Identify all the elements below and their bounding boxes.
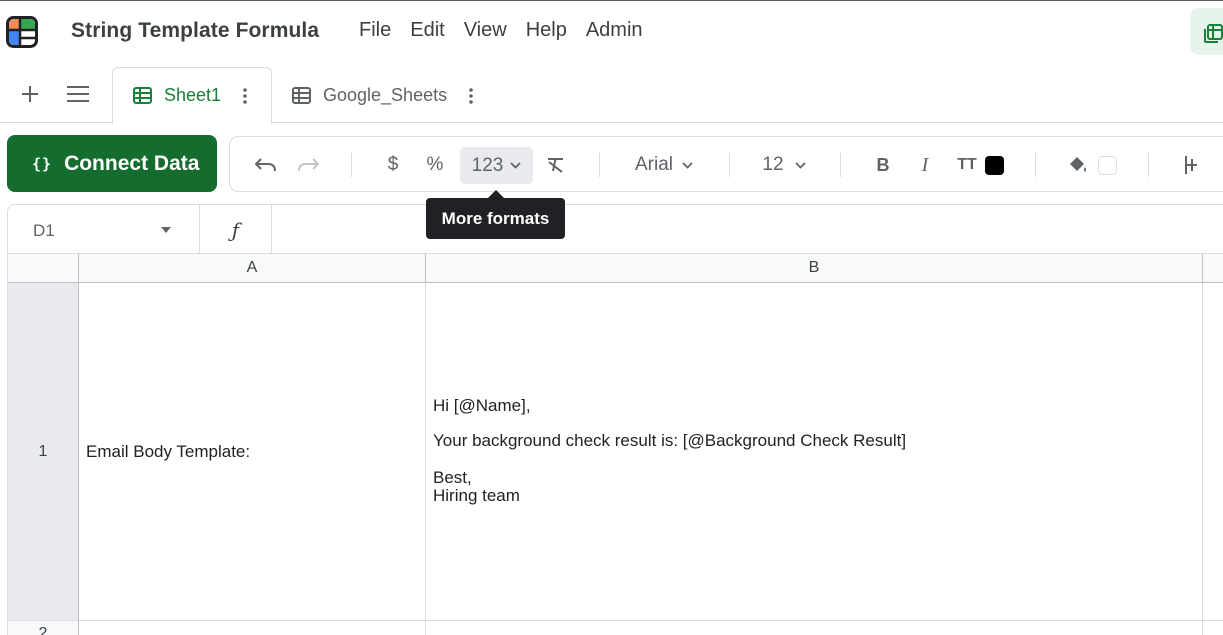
- connect-data-label: Connect Data: [64, 151, 200, 175]
- chevron-down-icon: [794, 161, 806, 169]
- font-size-value: 12: [762, 154, 784, 175]
- tab-sheet1[interactable]: Sheet1: [112, 67, 272, 124]
- table-icon: [292, 87, 311, 104]
- caret-down-icon: [161, 227, 171, 233]
- menu-admin[interactable]: Admin: [586, 19, 643, 42]
- fill-color-button[interactable]: [1065, 137, 1091, 193]
- cell-b1-line: Your background check result is: [@Backg…: [433, 431, 907, 450]
- currency-icon: $: [387, 154, 399, 175]
- cell-b1-line: Best,: [433, 468, 472, 487]
- bold-icon: B: [876, 154, 890, 175]
- clear-format-icon: [548, 158, 563, 173]
- cell-b1-line: Hi [@Name],: [433, 396, 531, 415]
- sheet-tab-bar: Sheet1 Google_Sheets: [0, 62, 1223, 124]
- function-icon: ƒ: [200, 205, 272, 254]
- align-button[interactable]: [1178, 137, 1204, 193]
- table-icon: [133, 87, 152, 104]
- cell-b2[interactable]: [426, 621, 1203, 635]
- top-bar: String Template Formula File Edit View H…: [0, 0, 1223, 62]
- spreadsheet-icon: [1204, 24, 1223, 43]
- more-vert-icon[interactable]: [469, 87, 473, 104]
- column-header-b[interactable]: B: [426, 253, 1203, 283]
- formula-bar: D1 ƒ: [7, 204, 1223, 254]
- percent-icon: %: [426, 154, 444, 175]
- row-header-1[interactable]: 1: [7, 283, 79, 621]
- tab-google-sheets-label: Google_Sheets: [323, 85, 448, 105]
- app-logo-icon: [6, 16, 38, 48]
- tab-google-sheets[interactable]: Google_Sheets: [282, 67, 496, 124]
- tab-sheet1-label: Sheet1: [164, 85, 222, 105]
- toolbar-divider: [351, 153, 352, 177]
- italic-icon: I: [921, 153, 929, 176]
- percent-format-button[interactable]: %: [422, 137, 448, 193]
- menu-bar: File Edit View Help Admin: [359, 19, 662, 42]
- bold-button[interactable]: B: [870, 137, 896, 193]
- toolbar-divider: [840, 153, 841, 177]
- column-header-c[interactable]: [1203, 253, 1223, 283]
- toolbar-divider: [1035, 153, 1036, 177]
- connect-data-button[interactable]: {} Connect Data: [7, 135, 217, 192]
- fill-color-swatch-button[interactable]: [1096, 137, 1118, 193]
- window-edge: [0, 0, 1223, 1]
- cell-a1-text: Email Body Template:: [86, 441, 251, 461]
- text-size-icon: TT: [957, 156, 977, 173]
- hamburger-menu-icon: [67, 86, 89, 102]
- more-formats-button[interactable]: 123: [460, 147, 533, 184]
- undo-button[interactable]: [250, 137, 282, 193]
- undo-icon: [255, 158, 276, 172]
- more-formats-tooltip: More formats: [426, 190, 565, 239]
- redo-icon: [298, 158, 319, 172]
- add-sheet-button[interactable]: [18, 82, 42, 106]
- app-title: String Template Formula: [71, 19, 320, 42]
- font-size-select[interactable]: 12: [758, 137, 810, 193]
- formula-input[interactable]: [273, 205, 1223, 254]
- toolbar-divider: [1148, 153, 1149, 177]
- menu-view[interactable]: View: [464, 19, 507, 42]
- cell-c1[interactable]: [1203, 283, 1223, 621]
- font-family-value: Arial: [634, 154, 673, 175]
- font-family-select[interactable]: Arial: [628, 137, 700, 193]
- paint-bucket-icon: [1070, 157, 1086, 172]
- text-color-button[interactable]: [983, 137, 1005, 193]
- column-header-a[interactable]: A: [79, 253, 426, 283]
- toolbar-divider: [729, 153, 730, 177]
- number-format-label: 123: [471, 154, 504, 176]
- menu-file[interactable]: File: [359, 19, 391, 42]
- row-header-2[interactable]: 2: [7, 621, 79, 635]
- menu-help[interactable]: Help: [526, 19, 567, 42]
- chevron-down-icon: [510, 162, 521, 169]
- plus-icon: [22, 86, 38, 102]
- cell-reference: D1: [33, 221, 55, 240]
- italic-button[interactable]: I: [912, 137, 938, 193]
- text-color-swatch: [984, 155, 1004, 175]
- clear-formatting-button[interactable]: [543, 137, 569, 193]
- text-size-button[interactable]: TT: [952, 137, 982, 193]
- cell-b1[interactable]: Hi [@Name], Your background check result…: [426, 283, 1203, 621]
- select-all-corner[interactable]: [7, 253, 79, 283]
- chevron-down-icon: [682, 161, 693, 169]
- formatting-toolbar: $ % 123 Arial 12 B I TT: [229, 136, 1223, 192]
- currency-format-button[interactable]: $: [380, 137, 406, 193]
- fill-color-swatch: [1097, 155, 1117, 175]
- vertical-align-icon: [1185, 156, 1197, 174]
- cell-b1-line: Hiring team: [433, 486, 520, 505]
- more-vert-icon[interactable]: [243, 87, 247, 104]
- redo-button[interactable]: [292, 137, 324, 193]
- spreadsheet-grid: A B 1 Email Body Template: Hi [@Name], Y…: [7, 253, 1223, 635]
- name-box[interactable]: D1: [8, 205, 200, 254]
- cell-a2[interactable]: [79, 621, 426, 635]
- sheets-integration-button[interactable]: [1190, 8, 1223, 55]
- menu-edit[interactable]: Edit: [410, 19, 444, 42]
- cell-a1[interactable]: Email Body Template:: [79, 283, 426, 621]
- braces-icon: {}: [32, 154, 53, 173]
- toolbar-divider: [599, 153, 600, 177]
- all-sheets-button[interactable]: [66, 82, 90, 106]
